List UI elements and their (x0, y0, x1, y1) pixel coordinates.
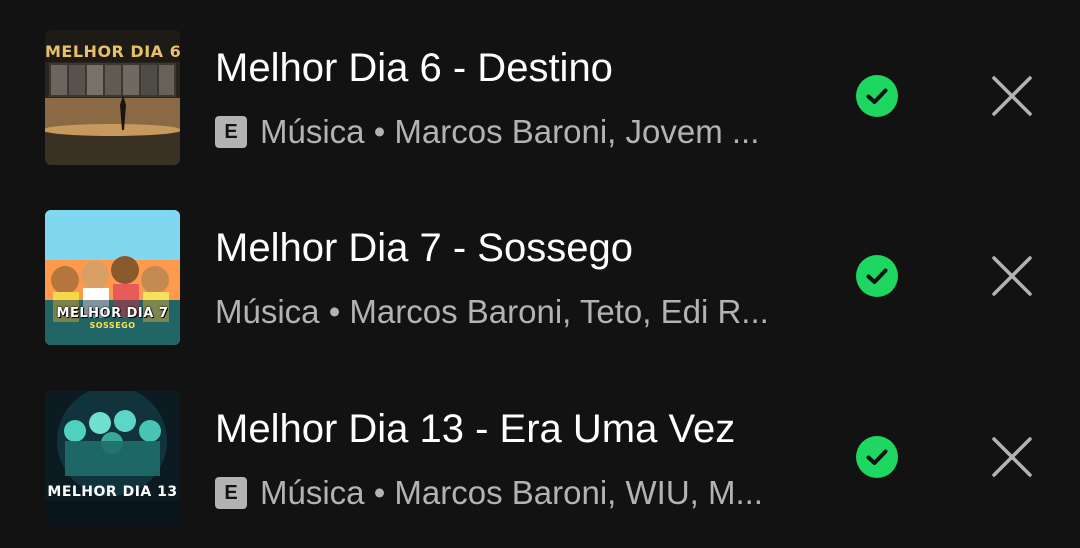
track-subtitle: E Música • Marcos Baroni, Jovem ... (215, 112, 815, 152)
track-meta: Música • Marcos Baroni, WIU, M... (260, 474, 763, 511)
track-meta: Música • Marcos Baroni, Teto, Edi R... (215, 293, 769, 330)
track-meta: Música • Marcos Baroni, Jovem ... (260, 113, 760, 150)
album-cover: MELHOR DIA 7 SOSSEGO (45, 210, 180, 345)
cover-subtitle: SOSSEGO (89, 321, 136, 330)
album-cover: MELHOR DIA 6 (45, 30, 180, 165)
track-subtitle: Música • Marcos Baroni, Teto, Edi R... (215, 292, 815, 332)
track-row[interactable]: MELHOR DIA 7 SOSSEGO Melhor Dia 7 - Soss… (0, 186, 1080, 366)
explicit-badge: E (215, 116, 247, 148)
check-circle-icon (856, 75, 898, 117)
track-list: MELHOR DIA 6 Melhor Dia 6 - Destino E Mú… (0, 0, 1080, 548)
close-icon[interactable] (992, 76, 1032, 116)
cover-title: MELHOR DIA 6 (45, 42, 180, 61)
track-title: Melhor Dia 7 - Sossego (215, 226, 633, 270)
cover-title: MELHOR DIA 7 (56, 306, 169, 321)
track-row[interactable]: MELHOR DIA 13 Melhor Dia 13 - Era Uma Ve… (0, 367, 1080, 547)
close-icon[interactable] (992, 256, 1032, 296)
close-icon[interactable] (992, 437, 1032, 477)
check-circle-icon (856, 255, 898, 297)
album-cover: MELHOR DIA 13 (45, 391, 180, 526)
check-circle-icon (856, 436, 898, 478)
explicit-badge: E (215, 477, 247, 509)
cover-title: MELHOR DIA 13 (47, 484, 178, 500)
track-subtitle: E Música • Marcos Baroni, WIU, M... (215, 473, 815, 513)
track-title: Melhor Dia 13 - Era Uma Vez (215, 407, 736, 451)
track-row[interactable]: MELHOR DIA 6 Melhor Dia 6 - Destino E Mú… (0, 6, 1080, 186)
track-title: Melhor Dia 6 - Destino (215, 46, 613, 90)
